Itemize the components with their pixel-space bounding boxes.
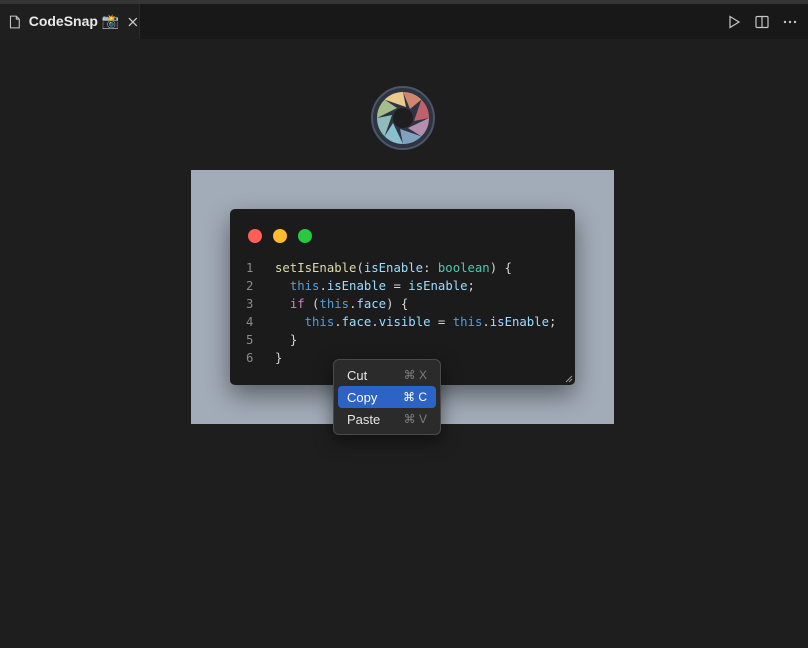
code-line: 2 this.isEnable = isEnable; [246, 277, 556, 295]
code-text: if (this.face) { [289, 297, 409, 311]
code-text: this.face.visible = this.isEnable; [304, 315, 557, 329]
menu-item-shortcut: ⌘ V [403, 412, 427, 426]
minimize-dot-icon [273, 229, 287, 243]
menu-item-label: Paste [347, 411, 381, 427]
codesnap-logo-icon[interactable] [371, 86, 435, 150]
code-text: this.isEnable = isEnable; [289, 279, 475, 293]
code-line: 4 this.face.visible = this.isEnable; [246, 313, 556, 331]
code-line: 1 setIsEnable(isEnable: boolean) { [246, 259, 556, 277]
line-number: 2 [246, 279, 254, 293]
tab-codesnap[interactable]: CodeSnap 📸 [0, 4, 140, 39]
close-icon[interactable] [127, 16, 139, 28]
resize-handle-icon[interactable] [565, 375, 573, 383]
run-icon[interactable] [726, 14, 742, 30]
context-menu: Cut ⌘ X Copy ⌘ C Paste ⌘ V [333, 359, 441, 435]
code-text: } [275, 351, 283, 365]
close-dot-icon [248, 229, 262, 243]
file-icon [9, 15, 20, 28]
code-block[interactable]: 1 setIsEnable(isEnable: boolean) { 2 this.… [246, 259, 556, 367]
editor-actions [726, 4, 798, 39]
editor-tab-bar: CodeSnap 📸 [0, 4, 808, 39]
window-controls [248, 229, 312, 243]
menu-item-label: Copy [347, 389, 378, 405]
line-number: 6 [246, 351, 254, 365]
line-number: 5 [246, 333, 254, 347]
menu-item-label: Cut [347, 367, 368, 383]
code-text: setIsEnable(isEnable: boolean) { [275, 261, 512, 275]
line-number: 1 [246, 261, 254, 275]
line-number: 3 [246, 297, 254, 311]
menu-item-shortcut: ⌘ C [403, 390, 427, 404]
line-number: 4 [246, 315, 254, 329]
code-line: 5 } [246, 331, 556, 349]
code-text: } [289, 333, 298, 347]
more-actions-icon[interactable] [782, 14, 798, 30]
tab-title: CodeSnap 📸 [28, 13, 120, 29]
menu-item-shortcut: ⌘ X [403, 368, 427, 382]
menu-item-cut[interactable]: Cut ⌘ X [338, 364, 436, 386]
menu-item-paste[interactable]: Paste ⌘ V [338, 408, 436, 430]
maximize-dot-icon [298, 229, 312, 243]
menu-item-copy[interactable]: Copy ⌘ C [338, 386, 436, 408]
code-line: 3 if (this.face) { [246, 295, 556, 313]
split-editor-icon[interactable] [754, 14, 770, 30]
